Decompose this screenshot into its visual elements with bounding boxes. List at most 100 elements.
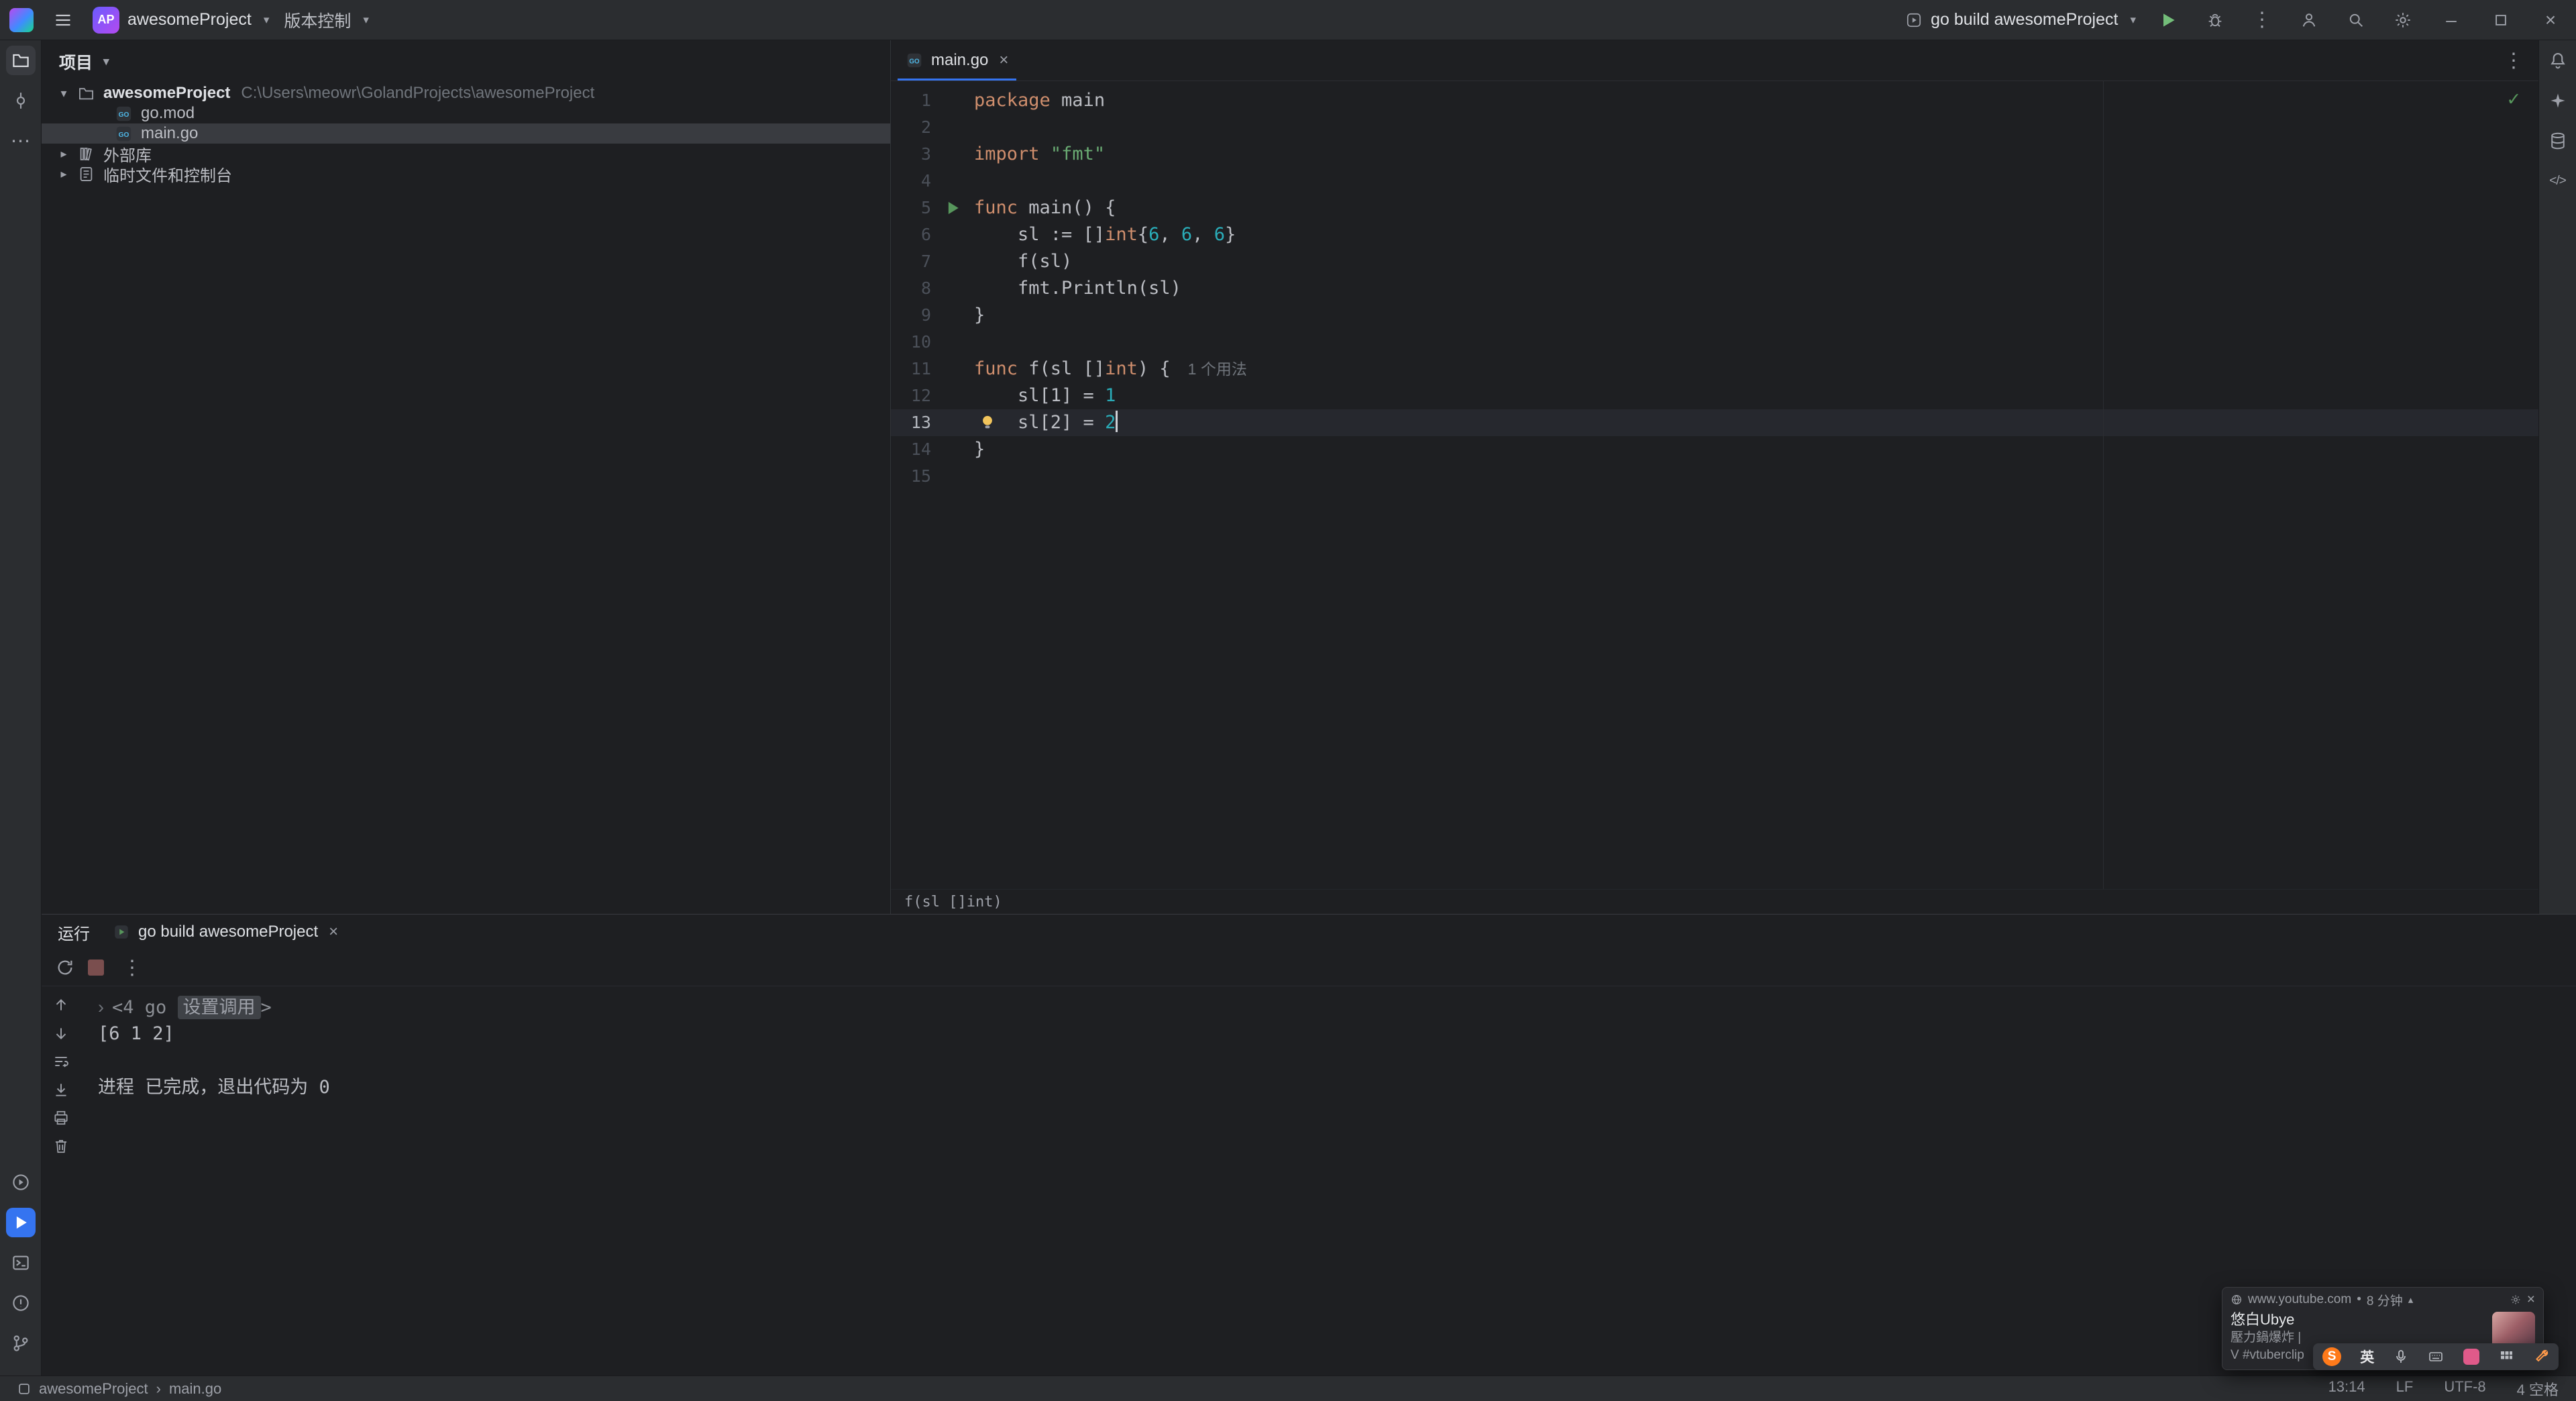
tree-item-root[interactable]: ▾ awesomeProject C:\Users\meowr\GolandProj…	[42, 83, 890, 103]
code-line-11[interactable]: 11 func f(sl []int) {1 个用法	[891, 356, 2538, 382]
grid-icon[interactable]	[2498, 1349, 2514, 1365]
intention-bulb-icon[interactable]	[979, 414, 996, 430]
wrench-icon[interactable]	[2533, 1349, 2549, 1365]
debug-button[interactable]	[2200, 5, 2230, 35]
print-button[interactable]	[51, 1108, 71, 1128]
up-stacktrace-button[interactable]	[51, 995, 71, 1015]
sogou-logo-icon[interactable]: S	[2322, 1347, 2342, 1366]
tree-chevron-icon[interactable]: ▸	[52, 147, 75, 161]
editor-options-button[interactable]: ⋮	[2504, 49, 2524, 72]
vcs-log-tool-button[interactable]	[6, 1329, 36, 1358]
stop-button[interactable]	[86, 957, 106, 978]
minimize-button[interactable]: –	[2435, 4, 2467, 36]
vcs-widget[interactable]: 版本控制 ▾	[284, 8, 369, 32]
status-item[interactable]: 13:14	[2328, 1378, 2365, 1400]
project-widget[interactable]: AP awesomeProject ▾	[93, 6, 269, 34]
code-token: 6	[1181, 224, 1193, 245]
scroll-to-end-button[interactable]	[51, 1080, 71, 1100]
tree-chevron-icon[interactable]: ▸	[52, 167, 75, 181]
status-item[interactable]: UTF-8	[2444, 1378, 2485, 1400]
tree-item-main-go[interactable]: GO main.go	[42, 123, 890, 144]
code-token: main	[1050, 90, 1106, 111]
ai-assistant-button[interactable]	[2543, 86, 2573, 115]
microphone-icon[interactable]	[2393, 1349, 2409, 1365]
code-line-1[interactable]: 1 package main	[891, 87, 2538, 114]
tree-item-external-libraries[interactable]: ▸ 外部库	[42, 144, 890, 165]
code-line-13[interactable]: 13 sl[2] = 2	[891, 409, 2538, 436]
code-with-me-button[interactable]	[2294, 5, 2324, 35]
close-button[interactable]: ×	[2534, 4, 2567, 36]
breadcrumb[interactable]: f(sl []int)	[891, 889, 2538, 914]
line-number: 9	[920, 305, 931, 325]
run-button[interactable]	[2153, 5, 2183, 35]
status-item[interactable]: 4 空格	[2517, 1378, 2559, 1400]
problems-tool-button[interactable]	[6, 1288, 36, 1318]
code-line-8[interactable]: 8 fmt.Println(sl)	[891, 275, 2538, 302]
console-output[interactable]: › <4 go 设置调用 > [6 1 2] 进程 已完成，退出代码为 0	[80, 986, 2576, 1376]
clear-console-button[interactable]	[51, 1136, 71, 1156]
more-actions-button[interactable]: ⋮	[2247, 5, 2277, 35]
status-breadcrumb[interactable]: awesomeProject › main.go	[17, 1380, 221, 1398]
chevron-up-icon[interactable]: ▴	[2408, 1294, 2414, 1306]
keyboard-icon[interactable]	[2428, 1349, 2444, 1365]
code-line-3[interactable]: 3 import "fmt"	[891, 141, 2538, 168]
status-item[interactable]: LF	[2396, 1378, 2414, 1400]
soft-wrap-button[interactable]	[51, 1051, 71, 1072]
tab-main-go[interactable]: GO main.go ×	[891, 40, 1023, 81]
svg-text:GO: GO	[909, 58, 920, 65]
console-fold-region[interactable]: 设置调用	[177, 996, 261, 1019]
rerun-button[interactable]	[55, 957, 75, 978]
project-avatar: AP	[93, 6, 119, 34]
run-more-options-button[interactable]: ⋮	[117, 956, 148, 980]
breadcrumb-label: f(sl []int)	[904, 893, 1002, 911]
notification-close-icon[interactable]: ×	[2527, 1292, 2535, 1308]
run-tool-button[interactable]	[5, 1208, 36, 1237]
sticker-icon[interactable]	[2463, 1349, 2479, 1365]
tab-label: main.go	[931, 51, 989, 69]
commit-tool-button[interactable]	[6, 86, 36, 115]
ime-language-toggle[interactable]: 英	[2360, 1347, 2374, 1367]
maximize-button[interactable]	[2485, 4, 2517, 36]
code-line-9[interactable]: 9}	[891, 302, 2538, 329]
code-line-6[interactable]: 6 sl := []int{6, 6, 6}	[891, 221, 2538, 248]
code-line-12[interactable]: 12 sl[1] = 1	[891, 382, 2538, 409]
close-icon[interactable]: ×	[329, 923, 338, 941]
settings-button[interactable]	[2388, 5, 2418, 35]
services-tool-button[interactable]	[6, 1168, 36, 1197]
code-line-10[interactable]: 10	[891, 329, 2538, 356]
run-config-selector[interactable]: go build awesomeProject ▾	[1905, 10, 2136, 30]
database-icon	[2551, 132, 2565, 150]
tree-item-scratches[interactable]: ▸ 临时文件和控制台	[42, 164, 890, 185]
project-tool-button[interactable]	[5, 46, 36, 75]
code-token: f(sl []	[1018, 358, 1106, 379]
usages-inlay-hint[interactable]: 1 个用法	[1188, 360, 1247, 378]
project-panel-header[interactable]: 项目 ▾	[42, 40, 890, 83]
code-line-2[interactable]: 2	[891, 114, 2538, 141]
run-tab[interactable]: go build awesomeProject ×	[113, 923, 338, 941]
code-line-7[interactable]: 7 f(sl)	[891, 248, 2538, 275]
run-tab-label: go build awesomeProject	[138, 923, 319, 941]
more-tool-windows-button[interactable]: ⋯	[6, 126, 36, 156]
code-line-5[interactable]: 5 func main() {	[891, 195, 2538, 221]
notifications-button[interactable]	[2543, 46, 2573, 75]
search-everywhere-button[interactable]	[2341, 5, 2371, 35]
code-line-14[interactable]: 14}	[891, 436, 2538, 463]
notification-settings-icon[interactable]	[2510, 1294, 2522, 1306]
code-text: func main() {	[974, 195, 2538, 221]
database-button[interactable]	[2543, 126, 2573, 156]
run-gutter-icon[interactable]	[931, 199, 974, 217]
arrow-down-icon	[56, 1028, 66, 1039]
down-stacktrace-button[interactable]	[51, 1023, 71, 1043]
tree-item-go-mod[interactable]: GO go.mod	[42, 103, 890, 123]
tree-chevron-icon[interactable]: ▾	[52, 87, 75, 101]
code-line-4[interactable]: 4	[891, 168, 2538, 195]
code-area[interactable]: ✓ 1 package main 2 3 import "fmt" 4 5 func main…	[891, 81, 2538, 890]
main-menu-button[interactable]	[48, 5, 78, 35]
endpoints-button[interactable]: </>	[2543, 166, 2573, 196]
project-panel: 项目 ▾ ▾ awesomeProject C:\Users\meowr\Golan…	[42, 40, 891, 914]
code-line-15[interactable]: 15	[891, 463, 2538, 490]
terminal-tool-button[interactable]	[6, 1248, 36, 1278]
fold-chevron-icon[interactable]: ›	[98, 997, 104, 1017]
close-icon[interactable]: ×	[999, 51, 1008, 70]
console-text: [6 1 2]	[98, 1023, 174, 1044]
